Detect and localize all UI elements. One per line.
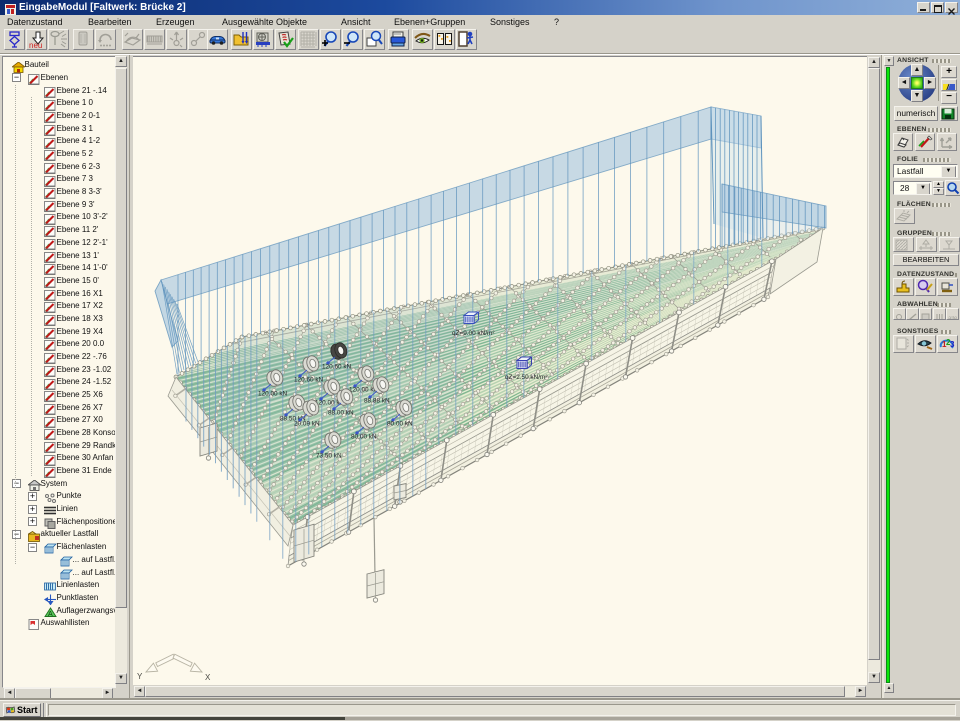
- svg-text:neu: neu: [29, 41, 42, 49]
- svg-text:alle: alle: [948, 316, 958, 320]
- svg-text:Y: Y: [137, 672, 143, 681]
- svg-text:88.00 kN: 88.00 kN: [328, 410, 354, 417]
- svg-text:120.00 kN: 120.00 kN: [258, 391, 288, 398]
- svg-text:qZ=2.50 kN/m²: qZ=2.50 kN/m²: [505, 374, 547, 381]
- svg-text:qZ=9.00 kN/m²: qZ=9.00 kN/m²: [452, 330, 494, 337]
- svg-text:80.00 kN: 80.00 kN: [387, 421, 413, 428]
- svg-text:3: 3: [950, 340, 955, 349]
- svg-text:120.60 kN: 120.60 kN: [322, 364, 352, 371]
- svg-text:A: A: [48, 611, 53, 618]
- svg-text:X: X: [205, 673, 211, 682]
- svg-text:20.09 kN: 20.09 kN: [294, 421, 320, 428]
- svg-text:73.50 kN: 73.50 kN: [316, 453, 342, 460]
- svg-text:120.60 kN: 120.60 kN: [294, 377, 324, 384]
- svg-text:80.00 kN: 80.00 kN: [351, 434, 377, 441]
- svg-text:88.88 kN: 88.88 kN: [364, 398, 390, 405]
